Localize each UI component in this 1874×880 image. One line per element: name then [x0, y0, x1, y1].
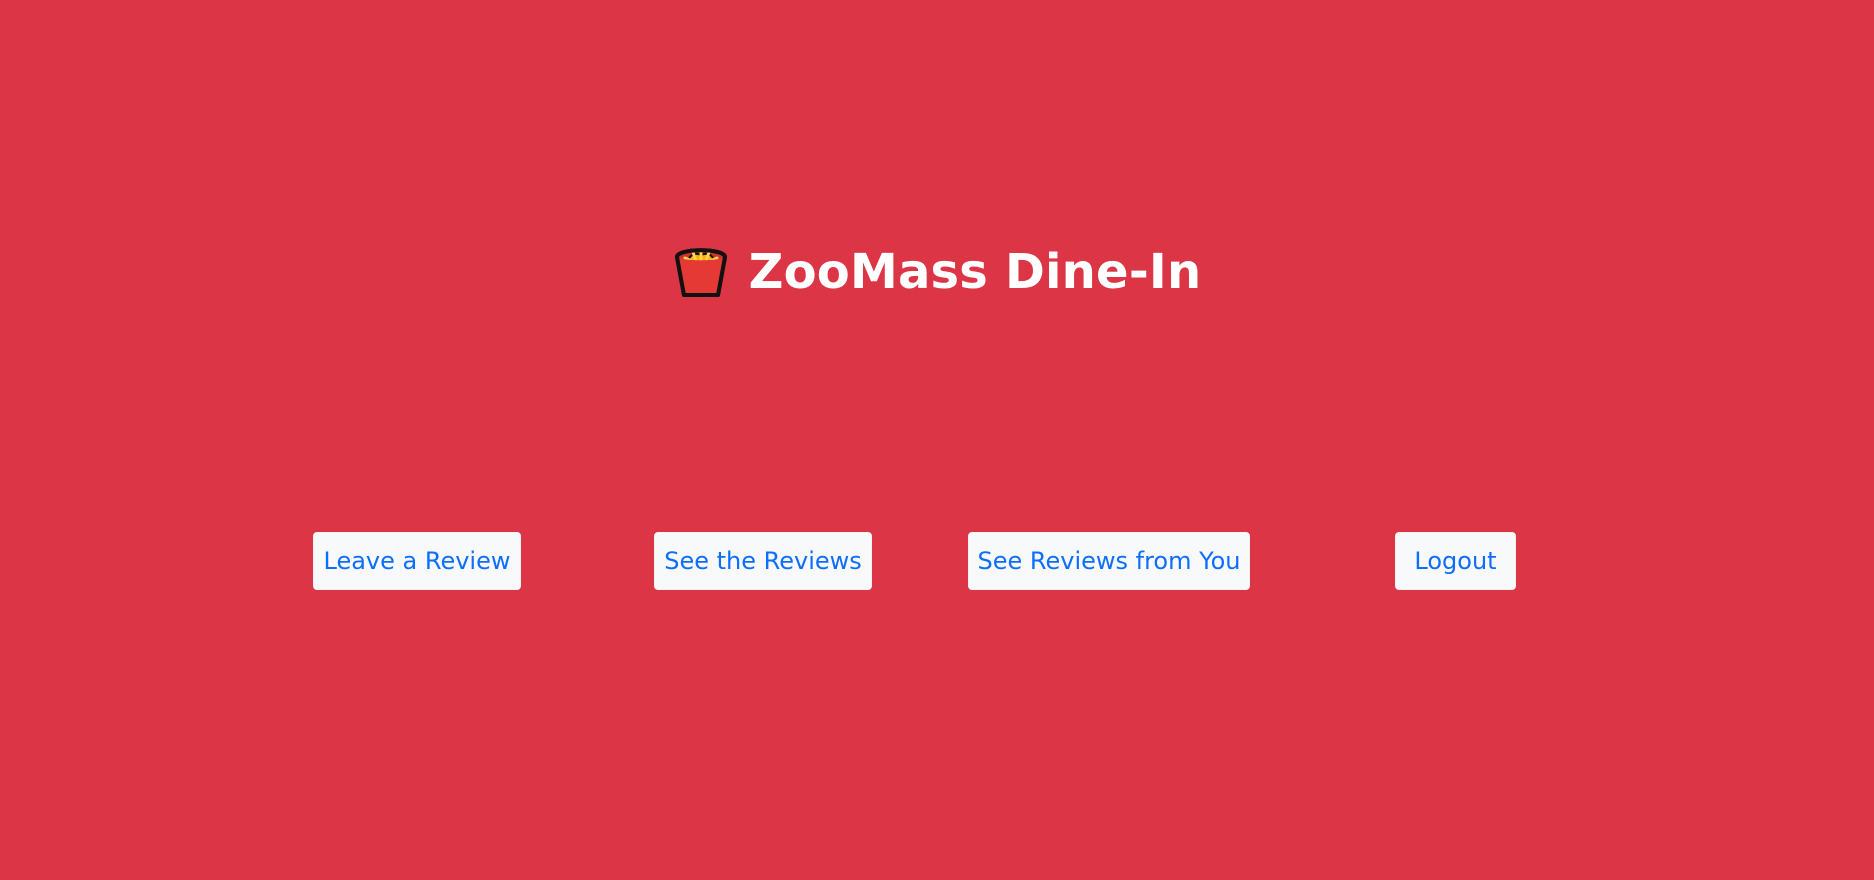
french-fries-icon — [673, 240, 729, 300]
main-navigation: Leave a Review See the Reviews See Revie… — [0, 532, 1874, 590]
see-reviews-button[interactable]: See the Reviews — [654, 532, 872, 590]
see-reviews-label: See the Reviews — [664, 547, 862, 575]
see-my-reviews-label: See Reviews from You — [977, 547, 1241, 575]
page-title: ZooMass Dine-In — [748, 244, 1202, 300]
leave-review-button[interactable]: Leave a Review — [313, 532, 521, 590]
logout-button[interactable]: Logout — [1395, 532, 1516, 590]
see-my-reviews-button[interactable]: See Reviews from You — [968, 532, 1250, 590]
leave-review-label: Leave a Review — [323, 547, 511, 575]
logout-label: Logout — [1414, 547, 1497, 575]
page-header: ZooMass Dine-In — [0, 230, 1874, 310]
